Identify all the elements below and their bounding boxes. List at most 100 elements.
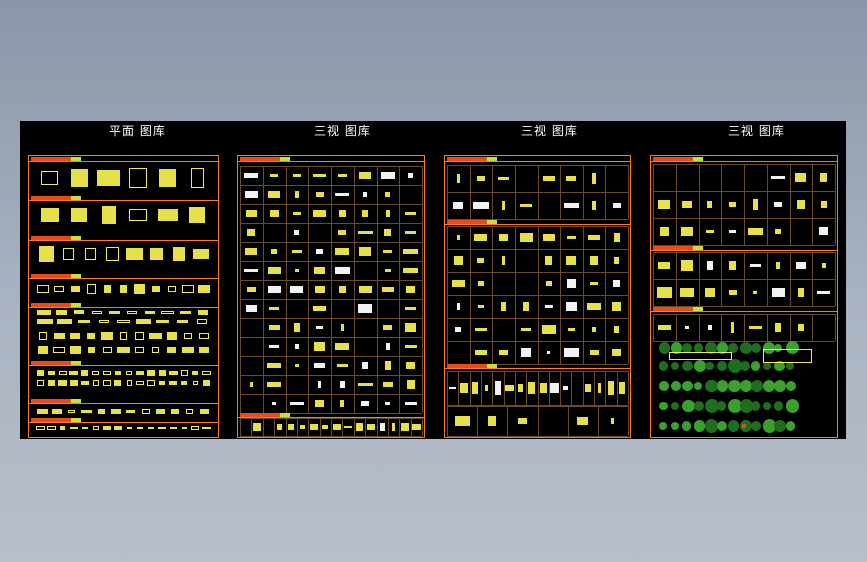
section-divider	[29, 403, 218, 404]
cad-symbol	[796, 199, 806, 210]
tree-symbol	[670, 401, 679, 411]
cad-symbol	[519, 232, 533, 243]
grid-line	[537, 165, 539, 219]
cad-symbol	[119, 285, 128, 293]
cad-symbol	[315, 400, 325, 407]
cad-symbol	[158, 370, 166, 376]
cad-symbol	[614, 257, 620, 264]
grid-line	[812, 252, 814, 306]
cad-symbol	[453, 255, 463, 266]
cad-symbol	[267, 286, 281, 293]
cad-symbol	[658, 200, 671, 209]
tree-symbol	[728, 379, 741, 393]
cad-symbol	[453, 201, 464, 210]
cad-symbol	[404, 345, 417, 348]
cad-symbol	[181, 426, 188, 430]
cad-symbol	[114, 426, 122, 430]
cad-symbol	[498, 176, 509, 181]
cad-drawing-canvas[interactable]: 平面 图库 三视 图库 三视 图库 三视 图库	[20, 121, 846, 439]
cad-symbol	[448, 386, 457, 390]
cad-symbol	[294, 190, 300, 199]
section-divider	[445, 224, 630, 225]
cad-symbol	[681, 259, 693, 272]
cad-symbol	[101, 206, 116, 224]
cad-symbol	[315, 192, 324, 197]
cad-symbol	[362, 362, 369, 369]
cad-symbol	[338, 286, 346, 293]
grid-line	[812, 314, 814, 341]
cad-symbol	[41, 171, 59, 185]
cad-symbol	[272, 402, 276, 405]
sheet-three-view-library-2	[444, 155, 631, 438]
cad-symbol	[87, 347, 95, 353]
cad-symbol	[126, 426, 132, 430]
cad-symbol	[149, 247, 164, 261]
cad-symbol	[192, 249, 209, 259]
cad-symbol	[612, 349, 622, 356]
cad-symbol	[271, 249, 278, 254]
cad-symbol	[339, 210, 346, 217]
cad-symbol	[592, 201, 596, 210]
cad-symbol	[289, 402, 304, 405]
cad-symbol	[795, 172, 807, 183]
cad-symbol	[411, 423, 421, 431]
cad-symbol	[156, 319, 170, 324]
tree-symbol	[785, 399, 799, 413]
grid-line	[308, 166, 310, 413]
cad-symbol	[762, 349, 813, 363]
cad-symbol	[117, 319, 130, 324]
cad-symbol	[203, 380, 210, 386]
cad-symbol	[38, 246, 54, 262]
cad-symbol	[566, 176, 577, 181]
cad-symbol	[381, 286, 394, 293]
grid-line	[296, 418, 298, 436]
cad-symbol	[167, 332, 177, 340]
cad-symbol	[191, 426, 200, 430]
cad-symbol	[197, 319, 207, 324]
cad-symbol	[704, 288, 715, 297]
cad-symbol	[771, 288, 785, 297]
cad-symbol	[98, 319, 109, 324]
cad-symbol	[775, 228, 781, 235]
cad-symbol	[97, 409, 106, 414]
cad-symbol	[169, 426, 178, 430]
grid-line	[698, 252, 700, 306]
cad-symbol	[499, 233, 508, 242]
cad-symbol	[707, 325, 713, 330]
tree-symbol	[716, 360, 728, 372]
tree-symbol	[785, 361, 795, 371]
grid-line	[789, 164, 791, 245]
grid-line	[605, 165, 607, 219]
cad-symbol	[611, 418, 615, 424]
tree-symbol	[785, 380, 796, 392]
cad-symbol	[484, 385, 489, 391]
cad-symbol	[385, 210, 390, 217]
cad-symbol	[39, 332, 48, 340]
cad-symbol	[101, 332, 114, 340]
cad-symbol	[384, 229, 392, 236]
grid-line	[399, 166, 401, 413]
cad-symbol	[707, 200, 713, 209]
cad-symbol	[192, 380, 198, 386]
grid-line	[331, 166, 332, 413]
cad-symbol	[749, 264, 762, 267]
cad-symbol	[589, 350, 599, 355]
cad-symbol	[386, 342, 390, 351]
cad-symbol	[598, 383, 602, 393]
cad-symbol	[198, 310, 209, 315]
tree-symbol	[751, 401, 761, 411]
cad-symbol	[820, 201, 827, 208]
cad-symbol	[382, 381, 394, 388]
cad-symbol	[87, 332, 96, 340]
cad-symbol	[383, 250, 393, 253]
cad-symbol	[362, 209, 368, 218]
grid-line	[789, 252, 791, 306]
grid-line	[721, 164, 723, 245]
cad-symbol	[245, 305, 258, 312]
section-divider	[29, 278, 218, 279]
cad-symbol	[403, 268, 419, 273]
grid-line	[721, 314, 723, 341]
section-divider	[29, 161, 218, 162]
grid-line	[698, 314, 700, 341]
grid-line	[582, 226, 584, 364]
